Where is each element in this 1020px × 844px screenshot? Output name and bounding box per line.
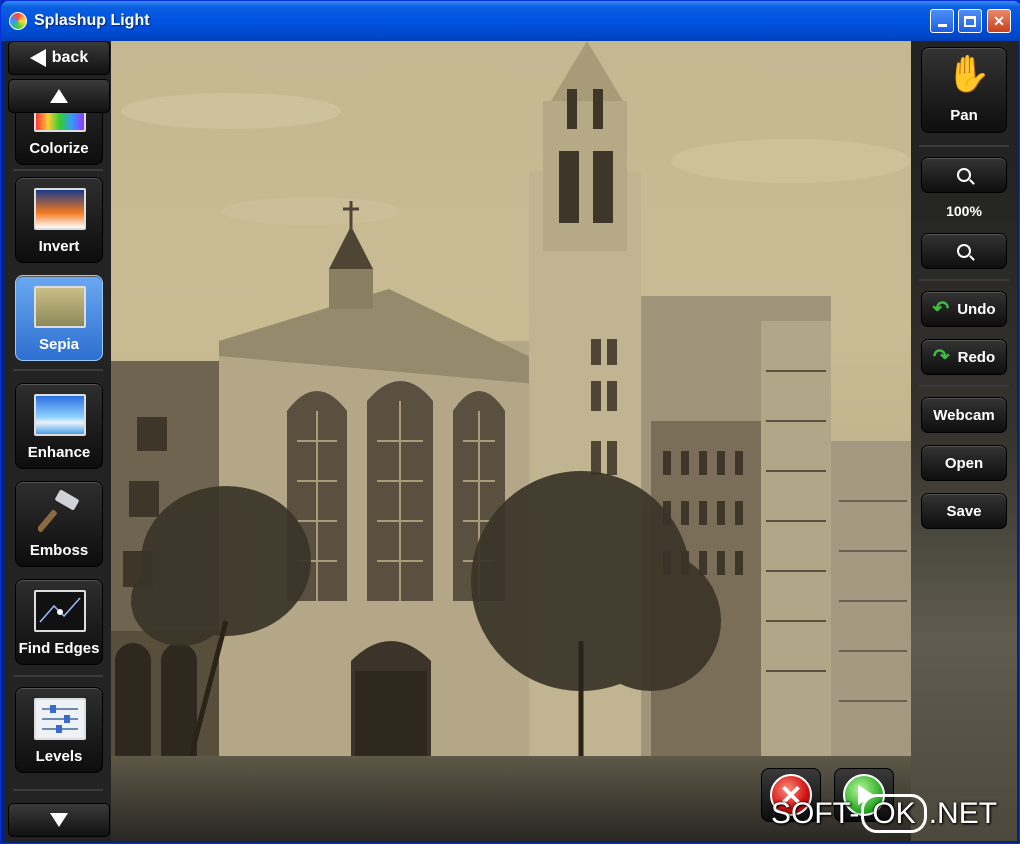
divider: [919, 145, 1009, 147]
zoom-out-icon: [957, 244, 971, 258]
pan-button[interactable]: ✋ Pan: [921, 47, 1007, 133]
minimize-button[interactable]: [930, 9, 954, 33]
app-window: Splashup Light ✕ back Colorize Invert Se…: [0, 0, 1020, 844]
open-button[interactable]: Open: [921, 445, 1007, 481]
open-label: Open: [944, 454, 984, 472]
save-label: Save: [946, 502, 982, 520]
sepia-icon: [34, 286, 86, 328]
enhance-icon: [34, 394, 86, 436]
tool-invert[interactable]: Invert: [15, 177, 103, 263]
app-client-area: back Colorize Invert Sepia Enhance Embos…: [5, 41, 1017, 841]
back-arrow-icon: [29, 49, 46, 67]
tool-label: Find Edges: [18, 640, 100, 657]
undo-label: Undo: [957, 300, 996, 318]
maximize-button[interactable]: [958, 9, 982, 33]
arrow-down-icon: [50, 813, 68, 827]
title-bar[interactable]: Splashup Light ✕: [1, 1, 1020, 41]
watermark: SOFT- OK .NET: [771, 794, 998, 833]
zoom-in-icon: [957, 168, 971, 182]
levels-icon: [34, 698, 86, 740]
arrow-up-icon: [50, 89, 68, 103]
scroll-down-button[interactable]: [8, 803, 110, 837]
effects-list: Colorize Invert Sepia Enhance Emboss Fin…: [5, 113, 111, 803]
watermark-text-3: .NET: [928, 797, 998, 830]
divider: [13, 369, 103, 371]
window-title: Splashup Light: [34, 12, 150, 29]
watermark-text-1: SOFT-: [771, 797, 860, 830]
colorize-icon: [34, 113, 86, 132]
hammer-icon: [38, 490, 79, 533]
invert-icon: [34, 188, 86, 230]
tools-toolbar: ✋ Pan 100% ↶ Undo ↷ Redo Webcam Open Sav…: [911, 41, 1017, 841]
webcam-label: Webcam: [933, 406, 995, 424]
tool-label: Emboss: [29, 542, 89, 559]
maximize-icon: [964, 15, 976, 27]
divider: [919, 385, 1009, 387]
app-logo-icon: [9, 12, 27, 30]
image-canvas[interactable]: ✕: [111, 41, 911, 841]
divider: [13, 675, 103, 677]
redo-button[interactable]: ↷ Redo: [921, 339, 1007, 375]
zoom-out-button[interactable]: [921, 233, 1007, 269]
divider: [13, 169, 103, 171]
effects-toolbar: back Colorize Invert Sepia Enhance Embos…: [5, 41, 111, 841]
tool-colorize[interactable]: Colorize: [15, 113, 103, 165]
undo-button[interactable]: ↶ Undo: [921, 291, 1007, 327]
tool-label: Enhance: [27, 444, 91, 461]
tool-levels[interactable]: Levels: [15, 687, 103, 773]
tool-enhance[interactable]: Enhance: [15, 383, 103, 469]
tool-label: Sepia: [38, 336, 80, 353]
tool-label: Invert: [38, 238, 80, 255]
tool-emboss[interactable]: Emboss: [15, 481, 103, 567]
divider: [13, 789, 103, 791]
close-icon: ✕: [993, 12, 1005, 29]
tool-sepia[interactable]: Sepia: [15, 275, 103, 361]
tool-label: Colorize: [29, 140, 89, 157]
tool-find-edges[interactable]: Find Edges: [15, 579, 103, 665]
webcam-button[interactable]: Webcam: [921, 397, 1007, 433]
hand-icon: ✋: [946, 53, 991, 94]
tool-label: Levels: [35, 748, 83, 765]
minimize-icon: [937, 24, 947, 27]
watermark-text-2: OK: [861, 794, 927, 833]
zoom-in-button[interactable]: [921, 157, 1007, 193]
redo-icon: ↷: [932, 346, 950, 368]
pan-label: Pan: [950, 107, 978, 124]
close-button[interactable]: ✕: [987, 9, 1011, 33]
zoom-level: 100%: [946, 203, 982, 219]
back-button[interactable]: back: [8, 41, 110, 75]
sepia-photo: [111, 41, 911, 756]
redo-label: Redo: [957, 348, 996, 366]
undo-icon: ↶: [932, 298, 950, 320]
save-button[interactable]: Save: [921, 493, 1007, 529]
find-edges-icon: [34, 590, 86, 632]
scroll-up-button[interactable]: [8, 79, 110, 113]
back-label: back: [51, 49, 89, 66]
divider: [919, 279, 1009, 281]
